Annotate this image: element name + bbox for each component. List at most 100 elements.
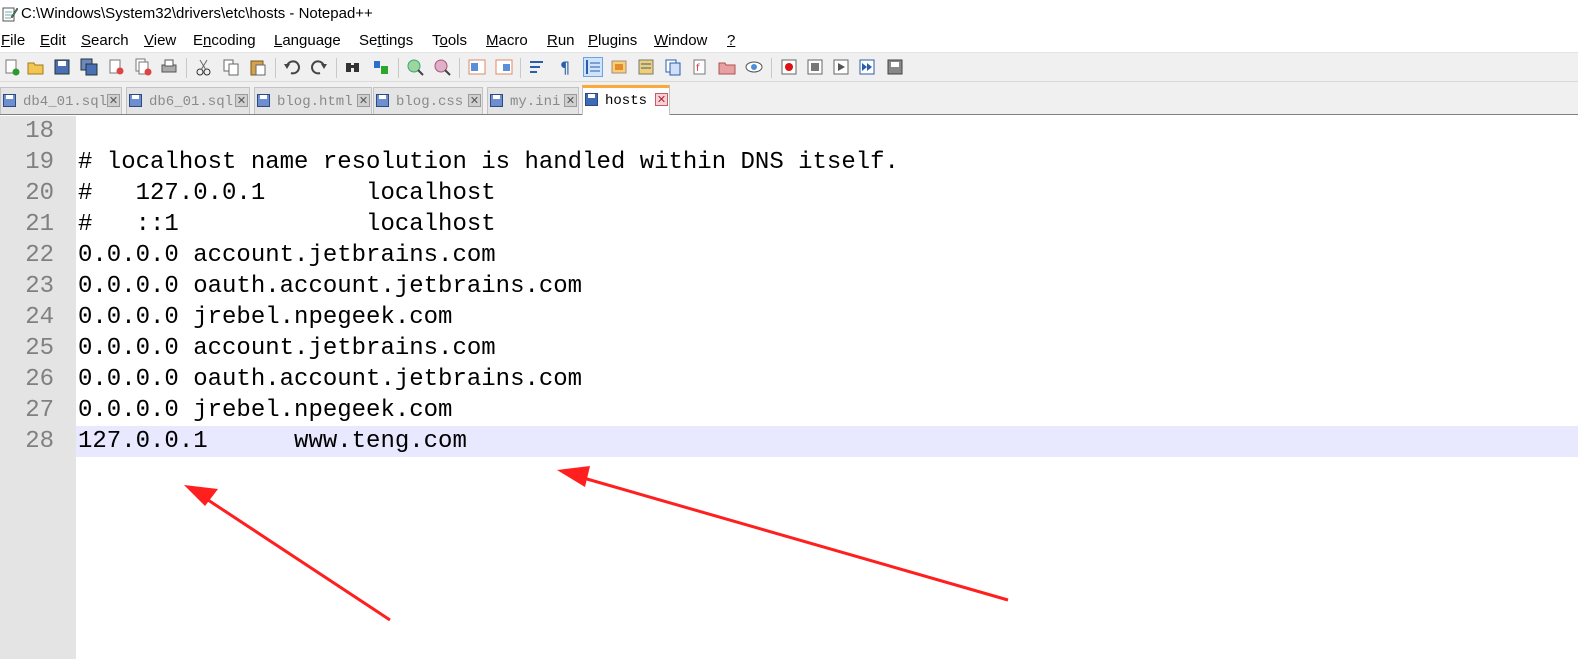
user-language-button[interactable] [610,58,628,76]
tab-my-ini[interactable]: my.ini ✕ [487,87,579,114]
close-button[interactable] [107,58,125,76]
function-list-button[interactable] [664,58,682,76]
menu-item-label-part: anguage [282,32,341,49]
code-line[interactable]: 22 0.0.0.0 account.jetbrains.com [0,240,1578,271]
menu-item[interactable]: Language [274,32,341,49]
record-macro-button[interactable] [780,58,798,76]
code-line[interactable]: 19 # localhost name resolution is handled… [0,147,1578,178]
undo-button[interactable] [283,58,301,76]
save-button[interactable] [53,58,71,76]
menu-item[interactable]: Window [654,32,707,49]
tab-blog-html[interactable]: blog.html ✕ [254,87,372,114]
line-number: 27 [25,397,54,424]
menu-item-label-part: un [557,32,575,49]
tab-db4-01-sql[interactable]: db4_01.sql ✕ [0,87,122,114]
find-button[interactable] [344,58,362,76]
menu-item[interactable]: ? [727,32,735,49]
paste-button[interactable] [249,58,267,76]
toolbar-separator [186,58,187,78]
tab-close-icon[interactable]: ✕ [357,94,370,107]
menu-item[interactable]: Search [81,32,129,49]
menu-item-label-part: E [193,32,204,49]
replace-icon [374,61,388,74]
playback-macro-button[interactable] [832,58,850,76]
tab-close-icon[interactable]: ✕ [107,94,120,107]
sync-horizontal-icon [495,59,513,75]
doc-map-button[interactable] [637,58,655,76]
menu-item-label-part: lugins [598,32,638,49]
redo-button[interactable] [310,58,328,76]
code-line[interactable]: 27 0.0.0.0 jrebel.npegeek.com [0,395,1578,426]
show-all-characters-button[interactable]: ¶ [556,58,574,76]
replace-button[interactable] [372,58,390,76]
document-panel-icon [718,62,736,75]
menu-item[interactable]: Run [547,32,575,49]
sync-vertical-button[interactable] [468,58,486,76]
zoom-in-button[interactable] [406,58,424,76]
sync-horizontal-button[interactable] [495,58,513,76]
tab-db6-01-sql[interactable]: db6_01.sql ✕ [126,87,250,114]
tab-close-icon[interactable]: ✕ [468,94,481,107]
line-text: # 127.0.0.1 localhost [78,180,496,207]
folder-as-workspace-button[interactable]: f [691,58,709,76]
tab-hosts[interactable]: hosts ✕ [582,85,670,115]
saved-file-icon [257,94,270,107]
tab-label: blog.css [396,94,464,110]
menu-item[interactable]: Plugins [588,32,637,49]
code-line[interactable]: 18 [0,116,1578,147]
word-wrap-button[interactable] [528,58,546,76]
menu-item[interactable]: Encoding [193,32,256,49]
cut-button[interactable] [195,58,213,76]
document-panel-button[interactable] [718,58,736,76]
indent-guide-icon [586,60,600,74]
tab-bar: db4_01.sql ✕ db6_01.sql ✕ blog.html ✕ blog.css… [0,82,1578,115]
toolbar-separator [336,58,337,78]
menu-item[interactable]: Tools [432,32,467,49]
tab-close-icon[interactable]: ✕ [235,94,248,107]
editor-area[interactable]: 18 19 # localhost name resolution is handl… [0,116,1578,659]
toolbar-separator [398,58,399,78]
toolbar: ¶ f [0,52,1578,82]
print-button[interactable] [160,58,178,76]
menu-item[interactable]: Macro [486,32,528,49]
undo-icon [284,60,300,75]
indent-guide-button[interactable] [583,57,603,77]
line-text: 0.0.0.0 oauth.account.jetbrains.com [78,366,583,393]
tab-close-icon[interactable]: ✕ [655,93,668,106]
saved-file-icon [585,93,598,106]
line-text: # localhost name resolution is handled w… [78,149,899,176]
code-line[interactable]: 26 0.0.0.0 oauth.account.jetbrains.com [0,364,1578,395]
zoom-out-button[interactable] [433,58,451,76]
menu-item[interactable]: File [1,32,25,49]
save-all-button[interactable] [80,58,98,76]
line-number: 28 [25,428,54,455]
menu-item[interactable]: Settings [359,32,413,49]
new-file-button[interactable] [3,58,21,76]
code-line[interactable]: 23 0.0.0.0 oauth.account.jetbrains.com [0,271,1578,302]
open-file-button[interactable] [27,58,45,76]
playback-macro-icon [833,59,849,75]
menu-item[interactable]: Edit [40,32,66,49]
menu-item-label-part: Se [359,32,378,49]
cut-icon [196,59,211,76]
copy-button[interactable] [222,58,240,76]
current-code-line[interactable]: 28 127.0.0.1 www.teng.com [0,426,1578,457]
stop-recording-button[interactable] [806,58,824,76]
line-number: 26 [25,366,54,393]
code-line[interactable]: 20 # 127.0.0.1 localhost [0,178,1578,209]
code-line[interactable]: 24 0.0.0.0 jrebel.npegeek.com [0,302,1578,333]
tab-close-icon[interactable]: ✕ [564,94,577,107]
line-number: 25 [25,335,54,362]
monitoring-button[interactable] [745,58,763,76]
menu-item[interactable]: View [144,32,176,49]
run-macro-multiple-button[interactable] [858,58,876,76]
code-line[interactable]: 21 # ::1 localhost [0,209,1578,240]
show-all-characters-icon: ¶ [560,58,570,76]
code-line[interactable]: 25 0.0.0.0 account.jetbrains.com [0,333,1578,364]
save-macro-button[interactable] [886,58,904,76]
folder-as-workspace-icon: f [693,59,706,75]
notepad-app-icon [2,7,18,22]
tab-blog-css[interactable]: blog.css ✕ [373,87,483,114]
close-all-button[interactable] [134,58,152,76]
close-icon [109,59,124,75]
